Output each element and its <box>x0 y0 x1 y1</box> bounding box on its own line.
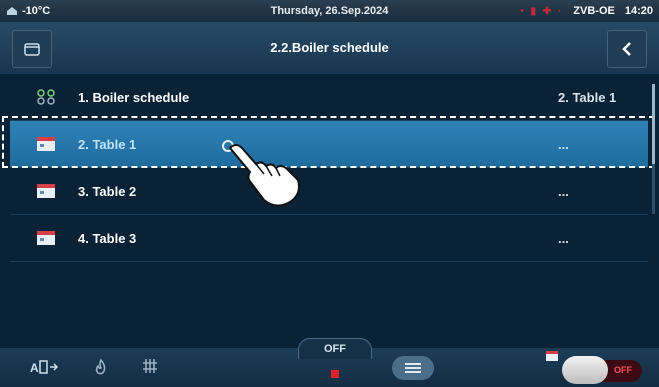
list-item-boiler-schedule[interactable]: 1. Boiler schedule 2. Table 1 <box>10 74 648 121</box>
list-item-label: 1. Boiler schedule <box>78 89 190 105</box>
list-item-label: 3. Table 2 <box>78 183 137 199</box>
schedule-list: 1. Boiler schedule 2. Table 1 2. Table 1… <box>10 74 648 262</box>
auto-mode-icon[interactable]: A <box>30 358 60 376</box>
flame-icon[interactable] <box>94 358 108 376</box>
power-toggle[interactable]: OFF <box>562 356 642 384</box>
list-item-value: 2. Table 1 <box>558 89 617 105</box>
list-item-value: ... <box>558 230 569 246</box>
calendar-icon <box>37 137 55 151</box>
scrollbar-thumb[interactable] <box>652 84 655 164</box>
menu-icon <box>405 363 421 373</box>
list-item-label: 2. Table 1 <box>78 136 137 152</box>
list-item-label: 4. Table 3 <box>78 230 137 246</box>
list-item-value: ... <box>558 136 569 152</box>
toggle-label: OFF <box>614 365 632 375</box>
svg-text:A: A <box>30 361 39 375</box>
list-item-table-2[interactable]: 3. Table 2 ... <box>10 168 648 215</box>
chevron-left-icon <box>622 42 631 56</box>
page-header: 2.2.Boiler schedule <box>0 22 659 74</box>
list-item-table-3[interactable]: 4. Table 3 ... <box>10 215 648 262</box>
calendar-icon <box>37 231 55 245</box>
calendar-icon <box>37 184 55 198</box>
grid-icon[interactable] <box>142 358 158 374</box>
page-title: 2.2.Boiler schedule <box>270 40 389 55</box>
list-item-value: ... <box>558 183 569 199</box>
device-name: ZVB-OE <box>573 5 615 17</box>
menu-button[interactable] <box>392 356 434 380</box>
schedule-dots-icon <box>37 89 55 105</box>
toggle-knob <box>562 356 608 384</box>
hand-pointer-icon <box>222 140 300 207</box>
list-item-table-1[interactable]: 2. Table 1 ... <box>10 121 648 168</box>
clock: 14:20 <box>624 5 653 17</box>
calendar-small-icon <box>546 351 558 361</box>
scrollbar[interactable] <box>652 84 655 214</box>
status-bar: -10°C Thursday, 26.Sep.2024 • ▮ ✚ · ZVB-… <box>0 0 659 22</box>
back-button[interactable] <box>607 30 647 68</box>
status-led <box>331 370 339 378</box>
mode-off-tab[interactable]: OFF <box>298 338 372 359</box>
alarm-indicator-icon: • ▮ ✚ · <box>520 5 564 17</box>
